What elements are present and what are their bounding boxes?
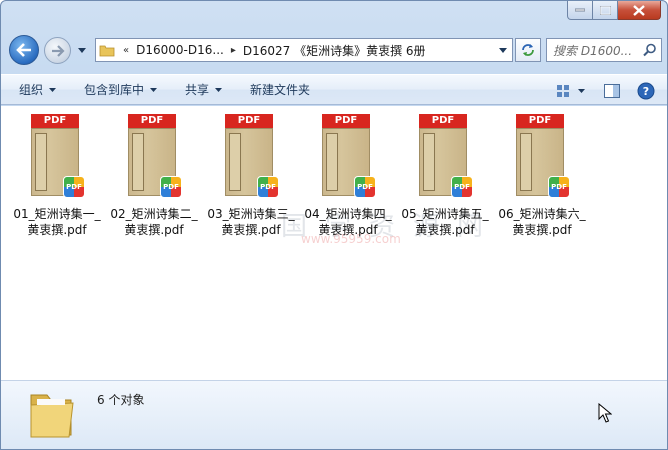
- pdf-app-badge-icon: PDF: [63, 176, 85, 198]
- include-in-library-menu[interactable]: 包含到库中: [84, 81, 158, 98]
- help-icon: ?: [637, 82, 655, 99]
- file-item[interactable]: PDF PDF 04_矩洲诗集四_黄衷撰.pdf: [300, 114, 396, 238]
- chevron-down-icon: [78, 47, 86, 53]
- file-name[interactable]: 05_矩洲诗集五_黄衷撰.pdf: [397, 206, 493, 238]
- pdf-app-badge-icon: PDF: [160, 176, 182, 198]
- forward-arrow-icon: [51, 44, 65, 57]
- toolbar-right: ?: [551, 75, 667, 106]
- pdf-label: PDF: [31, 114, 79, 128]
- folder-icon: [96, 44, 118, 57]
- new-folder-label: 新建文件夹: [250, 83, 311, 97]
- caption-buttons: [567, 1, 661, 20]
- close-icon: [633, 4, 645, 16]
- file-item[interactable]: PDF PDF 01_矩洲诗集一_黄衷撰.pdf: [9, 114, 105, 238]
- pdf-file-icon: PDF PDF: [322, 114, 376, 198]
- details-pane: 6 个对象: [1, 380, 667, 449]
- pdf-label: PDF: [322, 114, 370, 128]
- view-icon: [557, 84, 585, 97]
- pdf-app-badge-icon: PDF: [451, 176, 473, 198]
- breadcrumb-segment-parent[interactable]: D16000-D16...: [134, 43, 226, 57]
- pdf-file-icon: PDF PDF: [31, 114, 85, 198]
- pdf-app-badge-icon: PDF: [354, 176, 376, 198]
- pdf-label: PDF: [516, 114, 564, 128]
- pdf-label: PDF: [419, 114, 467, 128]
- pdf-file-icon: PDF PDF: [225, 114, 279, 198]
- file-name[interactable]: 03_矩洲诗集三_黄衷撰.pdf: [203, 206, 299, 238]
- chevron-down-icon: [215, 87, 223, 92]
- share-menu[interactable]: 共享: [185, 81, 223, 98]
- change-view-button[interactable]: [551, 80, 591, 102]
- search-input[interactable]: 搜索 D1600...: [553, 42, 641, 59]
- pdf-app-badge-icon: PDF: [257, 176, 279, 198]
- maximize-button[interactable]: [593, 1, 618, 20]
- mouse-cursor-icon: [598, 403, 612, 423]
- maximize-icon: [599, 5, 611, 15]
- pdf-file-icon: PDF PDF: [516, 114, 570, 198]
- search-icon[interactable]: [643, 43, 657, 57]
- navigation-row: « D16000-D16... ▸ D16027 《矩洲诗集》黄衷撰 6册 搜索…: [1, 33, 667, 67]
- close-button[interactable]: [618, 1, 661, 20]
- address-bar[interactable]: « D16000-D16... ▸ D16027 《矩洲诗集》黄衷撰 6册: [95, 38, 513, 62]
- refresh-icon: [522, 44, 534, 56]
- include-in-library-label: 包含到库中: [84, 83, 145, 97]
- svg-text:?: ?: [643, 85, 649, 98]
- chevron-down-icon: [49, 87, 57, 92]
- chevron-down-icon: [499, 47, 507, 53]
- folder-icon: [27, 385, 77, 444]
- file-item[interactable]: PDF PDF 03_矩洲诗集三_黄衷撰.pdf: [203, 114, 299, 238]
- organize-menu[interactable]: 组织: [19, 81, 57, 98]
- organize-label: 组织: [19, 83, 44, 97]
- breadcrumb-separator[interactable]: ▸: [226, 45, 241, 56]
- file-name[interactable]: 06_矩洲诗集六_黄衷撰.pdf: [494, 206, 590, 238]
- pdf-file-icon: PDF PDF: [419, 114, 473, 198]
- share-label: 共享: [185, 83, 210, 97]
- preview-pane-icon: [604, 83, 620, 98]
- preview-pane-button[interactable]: [599, 80, 625, 102]
- file-list-pane[interactable]: 国学资源网 www.95959.com PDF PDF 01_矩洲诗集一_黄衷撰…: [1, 106, 667, 380]
- breadcrumb-segment-current[interactable]: D16027 《矩洲诗集》黄衷撰 6册: [241, 42, 428, 59]
- explorer-window: « D16000-D16... ▸ D16027 《矩洲诗集》黄衷撰 6册 搜索…: [0, 0, 668, 450]
- address-dropdown[interactable]: [496, 43, 510, 57]
- file-item[interactable]: PDF PDF 02_矩洲诗集二_黄衷撰.pdf: [106, 114, 202, 238]
- file-item[interactable]: PDF PDF 05_矩洲诗集五_黄衷撰.pdf: [397, 114, 493, 238]
- item-count: 6 个对象: [97, 393, 145, 407]
- forward-button[interactable]: [44, 37, 71, 64]
- address-overflow-chevron[interactable]: «: [118, 45, 134, 56]
- file-name[interactable]: 02_矩洲诗集二_黄衷撰.pdf: [106, 206, 202, 238]
- command-bar: 组织 包含到库中 共享 新建文件夹 ?: [1, 74, 667, 105]
- pdf-file-icon: PDF PDF: [128, 114, 182, 198]
- chevron-down-icon: [150, 87, 158, 92]
- pdf-app-badge-icon: PDF: [548, 176, 570, 198]
- help-button[interactable]: ?: [633, 80, 659, 102]
- file-item[interactable]: PDF PDF 06_矩洲诗集六_黄衷撰.pdf: [494, 114, 590, 238]
- minimize-button[interactable]: [567, 1, 593, 20]
- refresh-button[interactable]: [515, 38, 541, 62]
- pdf-label: PDF: [225, 114, 273, 128]
- pdf-label: PDF: [128, 114, 176, 128]
- search-box[interactable]: 搜索 D1600...: [546, 38, 662, 62]
- new-folder-button[interactable]: 新建文件夹: [250, 81, 310, 98]
- back-button[interactable]: [9, 35, 39, 65]
- recent-pages-dropdown[interactable]: [75, 43, 89, 57]
- back-arrow-icon: [16, 43, 31, 57]
- minimize-icon: [575, 8, 585, 12]
- file-name[interactable]: 01_矩洲诗集一_黄衷撰.pdf: [9, 206, 105, 238]
- file-name[interactable]: 04_矩洲诗集四_黄衷撰.pdf: [300, 206, 396, 238]
